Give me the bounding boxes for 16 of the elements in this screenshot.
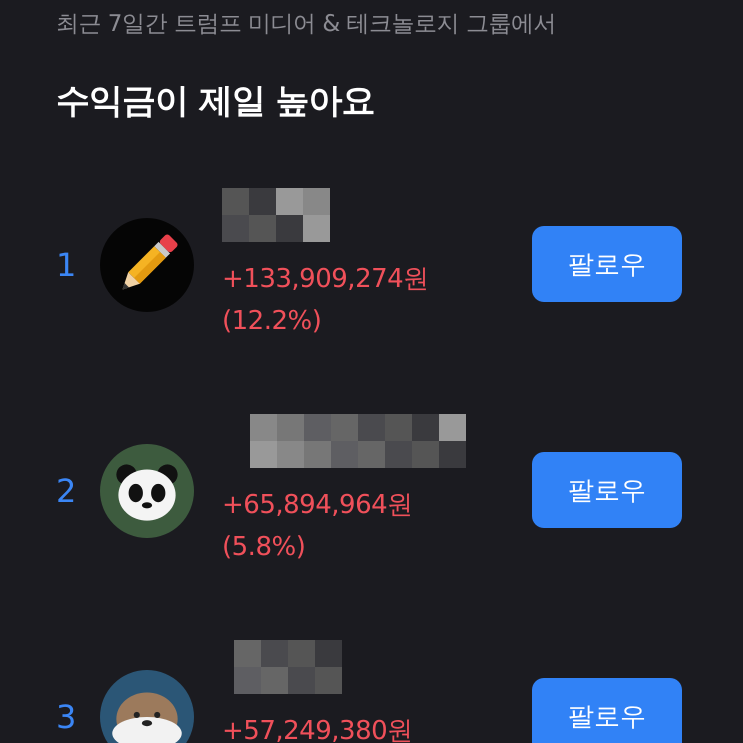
profit-amount: +65,894,964원 [222,489,413,522]
rank-number: 2 [56,472,78,510]
pencil-avatar-icon [100,218,194,312]
follow-button[interactable]: 팔로우 [532,452,682,528]
profit-percent: (12.2%) [222,305,322,338]
follow-button[interactable]: 팔로우 [532,678,682,743]
profit-amount: +133,909,274원 [222,263,429,296]
profit-amount: +57,249,380원 [222,715,413,743]
panda-avatar-icon [100,444,194,538]
follow-button[interactable]: 팔로우 [532,226,682,302]
subtitle: 최근 7일간 트럼프 미디어 & 테크놀로지 그룹에서 [56,10,557,39]
rank-number: 1 [56,246,78,284]
rank-number: 3 [56,698,78,736]
profit-percent: (5.8%) [222,531,306,564]
otter-avatar-icon [100,670,194,743]
heading: 수익금이 제일 높아요 [56,80,376,123]
